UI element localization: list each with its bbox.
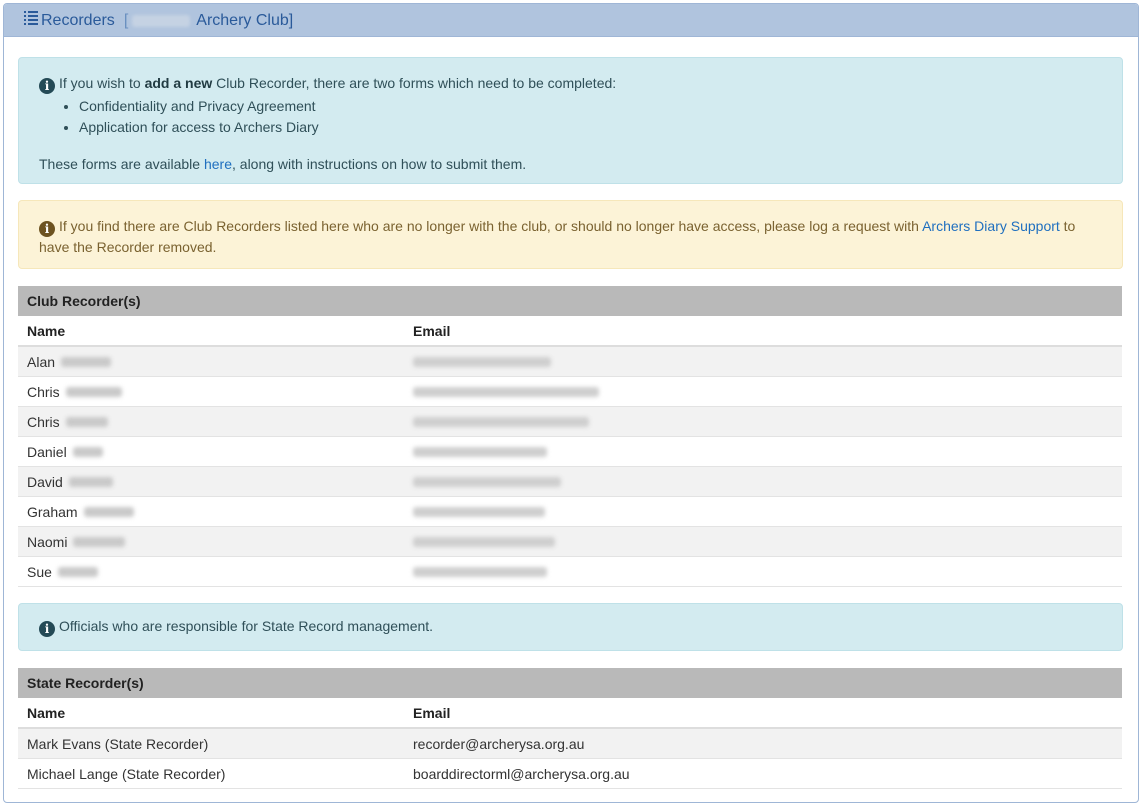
table-row: Alan <box>18 347 1122 377</box>
state-recorders-table: State Recorder(s) Name Email Mark Evans … <box>18 668 1122 789</box>
table-row: Chris <box>18 377 1122 407</box>
page-title: Recorders <box>41 11 115 29</box>
recorder-first-name: Sue <box>27 563 52 580</box>
blurred-surname <box>61 356 112 367</box>
table-row: Daniel <box>18 437 1122 467</box>
blurred-surname <box>83 506 134 517</box>
table-header: Name Email <box>18 316 1122 347</box>
blurred-email <box>413 566 547 577</box>
blurred-email <box>413 536 555 547</box>
table-row: David <box>18 467 1122 497</box>
recorder-first-name: David <box>27 473 63 490</box>
add-recorder-info-alert: i If you wish to add a new Club Recorder,… <box>18 57 1123 184</box>
intro-suffix: Club Recorder, there are two forms which… <box>212 75 617 91</box>
club-name-suffix: Archery Club] <box>196 11 294 29</box>
recorder-first-name: Chris <box>27 413 60 430</box>
blurred-club-name <box>132 14 191 27</box>
warning-text: If you find there are Club Recorders lis… <box>59 218 923 234</box>
blurred-surname <box>65 386 122 397</box>
list-item: Confidentiality and Privacy Agreement <box>79 96 1102 117</box>
archers-diary-support-link[interactable]: Archers Diary Support <box>922 218 1060 234</box>
blurred-surname <box>57 566 98 577</box>
recorder-first-name: Chris <box>27 383 60 400</box>
column-header-email: Email <box>413 704 451 721</box>
list-icon <box>24 10 38 25</box>
recorder-email: boarddirectorml@archerysa.org.au <box>413 765 630 782</box>
table-row: Naomi <box>18 527 1122 557</box>
blurred-surname <box>72 446 103 457</box>
info-icon: i <box>39 78 55 94</box>
info-icon: i <box>39 621 55 637</box>
blurred-email <box>413 386 599 397</box>
blurred-email <box>413 506 545 517</box>
blurred-surname <box>65 416 108 427</box>
table-title: Club Recorder(s) <box>18 286 1122 316</box>
table-row: Sue <box>18 557 1122 587</box>
club-bracket-open: [ <box>123 11 129 29</box>
panel-heading: Recorders [ Archery Club] <box>4 4 1138 37</box>
blurred-surname <box>68 476 113 487</box>
recorder-email: recorder@archerysa.org.au <box>413 735 585 752</box>
blurred-surname <box>73 536 126 547</box>
blurred-email <box>413 446 547 457</box>
table-title: State Recorder(s) <box>18 668 1122 698</box>
blurred-email <box>413 416 589 427</box>
recorder-first-name: Naomi <box>27 533 68 550</box>
table-row: Michael Lange (State Recorder) boarddire… <box>18 759 1122 789</box>
list-item: Application for access to Archers Diary <box>79 117 1102 138</box>
recorder-name: Michael Lange (State Recorder) <box>27 765 226 782</box>
column-header-name: Name <box>27 704 66 721</box>
intro-text: If you wish to <box>59 75 145 91</box>
remove-recorder-warning-alert: i If you find there are Club Recorders li… <box>18 200 1123 269</box>
club-recorders-table: Club Recorder(s) Name Email Alan Chris C… <box>18 286 1122 587</box>
forms-here-link[interactable]: here <box>204 156 232 172</box>
column-header-email: Email <box>413 322 451 339</box>
recorder-first-name: Daniel <box>27 443 67 460</box>
table-row: Mark Evans (State Recorder) recorder@arc… <box>18 729 1122 759</box>
table-header: Name Email <box>18 698 1122 729</box>
column-header-name: Name <box>27 322 66 339</box>
recorder-name: Mark Evans (State Recorder) <box>27 735 209 752</box>
blurred-email <box>413 356 551 367</box>
blurred-email <box>413 476 561 487</box>
recorder-first-name: Alan <box>27 353 56 370</box>
state-info-text: Officials who are responsible for State … <box>59 618 434 634</box>
table-row: Chris <box>18 407 1122 437</box>
intro-bold: add a new <box>144 75 213 91</box>
state-record-info-alert: i Officials who are responsible for State… <box>18 603 1123 651</box>
forms-text: These forms are available <box>39 156 204 172</box>
info-icon: i <box>39 221 55 237</box>
forms-list: Confidentiality and Privacy Agreement Ap… <box>39 96 1102 138</box>
forms-suffix: , along with instructions on how to subm… <box>232 156 527 172</box>
recorder-first-name: Graham <box>27 503 78 520</box>
table-row: Graham <box>18 497 1122 527</box>
